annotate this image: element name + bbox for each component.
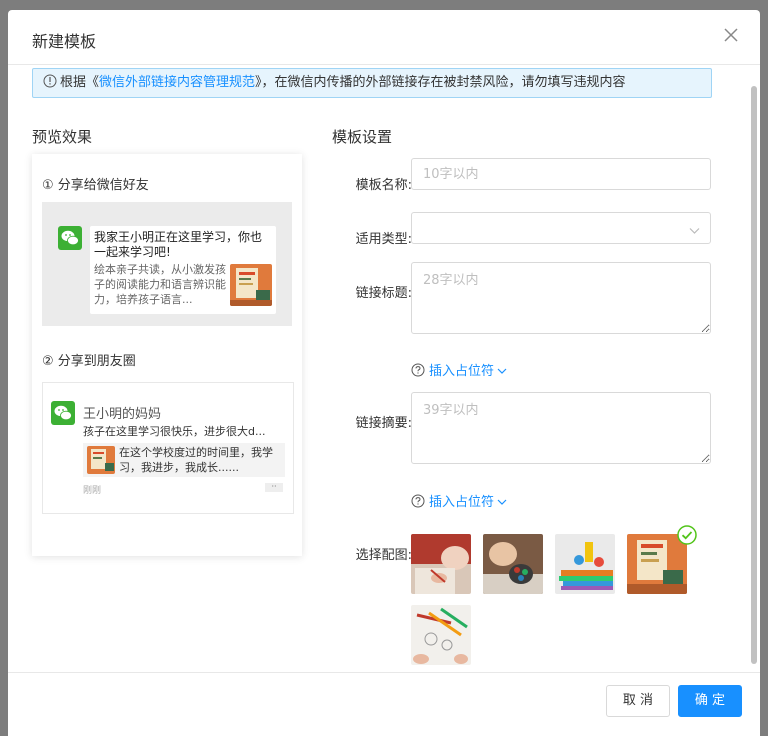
image-option-toys-books[interactable] bbox=[555, 534, 615, 594]
link-summary-textarea[interactable] bbox=[411, 392, 711, 464]
insert-placeholder-summary[interactable]: 插入占位符 bbox=[411, 491, 507, 510]
message-description: 绘本亲子共读，从小激发孩子的阅读能力和语言辨识能力，培养孩子语言... bbox=[94, 263, 226, 306]
moments-more-icon: ·· bbox=[265, 483, 283, 492]
help-icon bbox=[411, 363, 425, 377]
new-template-dialog: 新建模板 根据《微信外部链接内容管理规范》，在微信内传播的外部链接存在被封禁风险… bbox=[8, 10, 760, 736]
preview-panel: ① 分享给微信好友 我家王小明正在这里学习，你也一起来学习吧! 绘本亲子共读，从… bbox=[32, 154, 302, 556]
wechat-icon bbox=[58, 226, 82, 250]
link-title-label: 链接标题: bbox=[355, 286, 412, 301]
dialog-scrollbar[interactable] bbox=[751, 86, 757, 664]
dialog-title: 新建模板 bbox=[32, 32, 97, 51]
moments-preview: 王小明的妈妈 孩子在这里学习很快乐，进步很大d... 在这个学校度过的时间里，我… bbox=[42, 382, 294, 514]
close-icon[interactable] bbox=[722, 26, 740, 44]
settings-section-title: 模板设置 bbox=[332, 128, 393, 146]
share-moments-label: ② 分享到朋友圈 bbox=[42, 354, 136, 369]
moments-link-card: 在这个学校度过的时间里，我学习，我进步，我成长...... bbox=[83, 443, 285, 477]
selected-check-icon bbox=[677, 525, 697, 545]
dialog-footer: 取 消 确 定 bbox=[8, 672, 760, 736]
moments-post-text: 孩子在这里学习很快乐，进步很大d... bbox=[83, 425, 266, 438]
link-summary-label: 链接摘要: bbox=[355, 416, 412, 431]
help-icon bbox=[411, 494, 425, 508]
compliance-notice: 根据《微信外部链接内容管理规范》，在微信内传播的外部链接存在被封禁风险，请勿填写… bbox=[32, 68, 712, 98]
notice-prefix: 根据《 bbox=[60, 75, 100, 90]
chevron-down-icon bbox=[497, 495, 507, 505]
guidelines-link[interactable]: 微信外部链接内容管理规范 bbox=[99, 75, 255, 90]
preview-section-title: 预览效果 bbox=[32, 128, 93, 146]
image-option-child-drawing[interactable] bbox=[411, 534, 471, 594]
insert-placeholder-link-title[interactable]: 插入占位符 bbox=[411, 360, 507, 379]
image-option-child-crayons[interactable] bbox=[483, 534, 543, 594]
image-option-pencils-paper[interactable] bbox=[411, 605, 471, 665]
insert-placeholder-label: 插入占位符 bbox=[429, 495, 495, 510]
chat-message-card: 我家王小明正在这里学习，你也一起来学习吧! 绘本亲子共读，从小激发孩子的阅读能力… bbox=[90, 226, 276, 314]
image-select-label: 选择配图: bbox=[355, 548, 412, 563]
share-friend-label: ① 分享给微信好友 bbox=[42, 178, 149, 193]
insert-placeholder-label: 插入占位符 bbox=[429, 364, 495, 379]
chevron-down-icon bbox=[497, 364, 507, 374]
wechat-icon bbox=[51, 401, 75, 425]
confirm-button[interactable]: 确 定 bbox=[678, 685, 742, 717]
template-name-input[interactable] bbox=[411, 158, 711, 190]
link-title-textarea[interactable] bbox=[411, 262, 711, 334]
moments-author-name: 王小明的妈妈 bbox=[83, 407, 162, 422]
moments-card-thumbnail bbox=[87, 446, 115, 474]
dialog-header: 新建模板 bbox=[8, 10, 760, 65]
dialog-body: 根据《微信外部链接内容管理规范》，在微信内传播的外部链接存在被封禁风险，请勿填写… bbox=[8, 66, 760, 672]
moments-card-text: 在这个学校度过的时间里，我学习，我进步，我成长...... bbox=[119, 446, 273, 474]
message-thumbnail bbox=[230, 264, 272, 306]
chevron-down-icon bbox=[689, 224, 700, 234]
moments-timestamp: 刚刚 bbox=[83, 486, 102, 496]
message-title: 我家王小明正在这里学习，你也一起来学习吧! bbox=[94, 230, 263, 259]
cancel-button[interactable]: 取 消 bbox=[606, 685, 670, 717]
info-icon bbox=[43, 71, 57, 88]
chat-preview: 我家王小明正在这里学习，你也一起来学习吧! 绘本亲子共读，从小激发孩子的阅读能力… bbox=[42, 202, 292, 326]
notice-suffix: 》，在微信内传播的外部链接存在被封禁风险，请勿填写违规内容 bbox=[255, 75, 626, 90]
applicable-type-select[interactable] bbox=[411, 212, 711, 244]
template-name-label: 模板名称: bbox=[355, 178, 412, 193]
applicable-type-label: 适用类型: bbox=[355, 232, 412, 247]
